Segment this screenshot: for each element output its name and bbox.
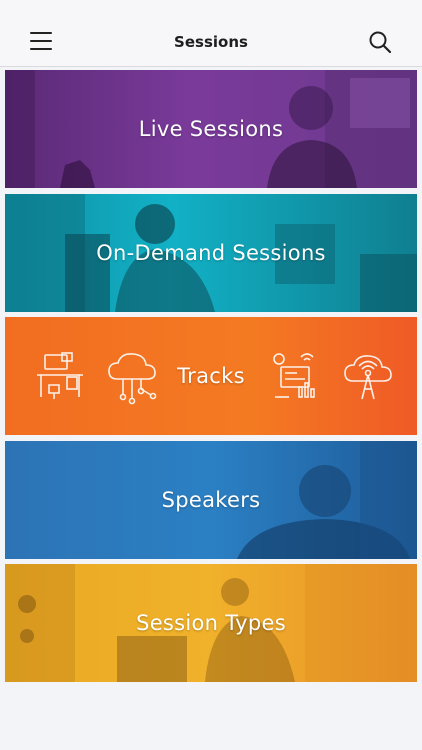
search-icon[interactable] — [368, 30, 392, 54]
tile-label: Tracks — [177, 364, 245, 388]
tile-label: Speakers — [161, 488, 261, 512]
app-header: Sessions — [0, 0, 422, 67]
tile-label: On-Demand Sessions — [96, 241, 326, 265]
tile-on-demand-sessions[interactable]: On-Demand Sessions — [5, 194, 417, 312]
tile-label: Live Sessions — [138, 117, 284, 141]
tile-label: Session Types — [136, 611, 286, 635]
tile-session-types[interactable]: Session Types — [5, 564, 417, 682]
tile-tracks[interactable]: Tracks — [5, 317, 417, 435]
tile-live-sessions[interactable]: Live Sessions — [5, 70, 417, 188]
page-title: Sessions — [174, 33, 248, 51]
tile-speakers[interactable]: Speakers — [5, 441, 417, 559]
